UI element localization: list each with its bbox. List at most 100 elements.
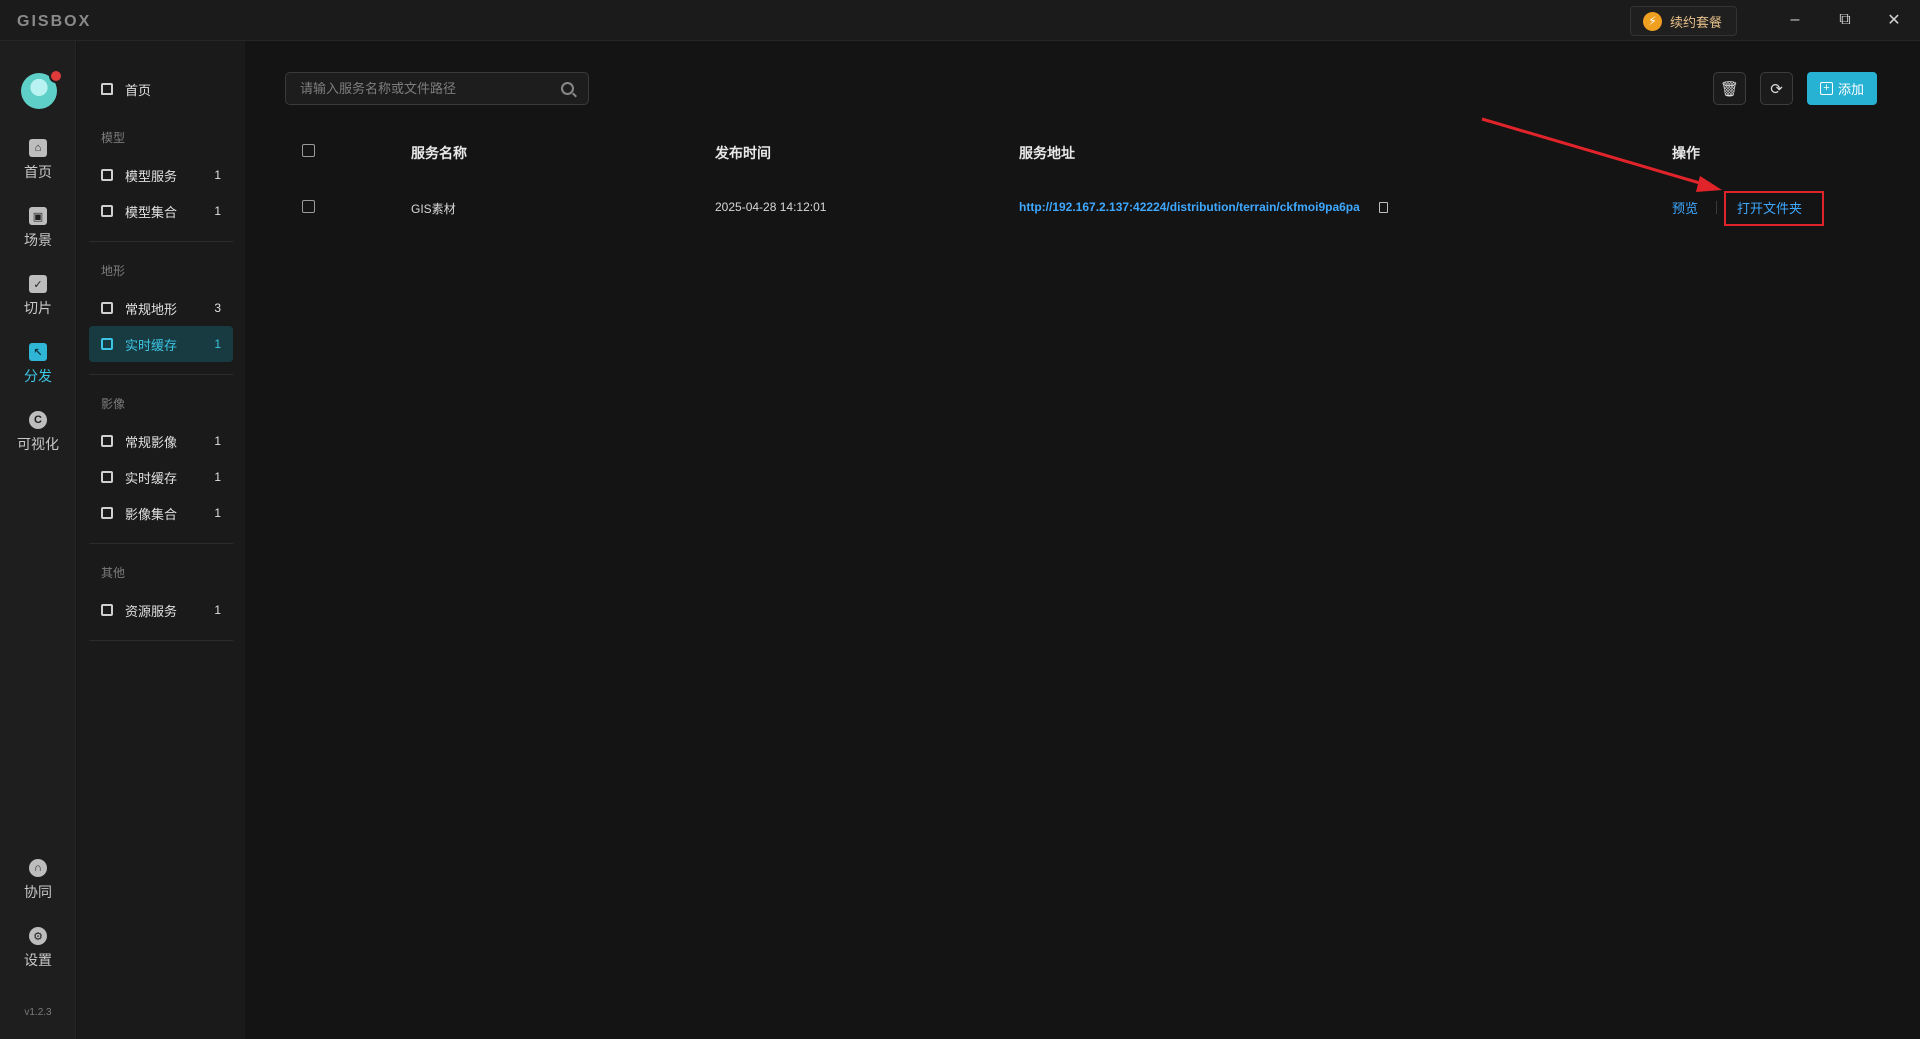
terrain-icon bbox=[101, 302, 113, 314]
sidebar-item-count: 3 bbox=[214, 301, 221, 315]
model-icon bbox=[101, 169, 113, 181]
sidebar-item-count: 1 bbox=[214, 168, 221, 182]
sidebar-item-count: 1 bbox=[214, 603, 221, 617]
rail-item-label: 场景 bbox=[24, 232, 52, 248]
row-checkbox[interactable] bbox=[302, 200, 315, 213]
rail-item-settings[interactable]: ⚙ 设置 bbox=[0, 927, 76, 987]
group-title-model: 模型 bbox=[101, 131, 126, 145]
scene-icon: ▣ bbox=[29, 207, 47, 225]
divider bbox=[89, 374, 233, 375]
sidebar-item-terrain-cache[interactable]: 实时缓存 1 bbox=[89, 326, 233, 362]
divider bbox=[89, 543, 233, 544]
column-header-time: 发布时间 bbox=[715, 145, 771, 161]
app-window: GISBOX ⚡ 续约套餐 – ⧉ ✕ ⌂ 首页 ▣ 场景 ✓ 切片 ↖ 分发 bbox=[0, 0, 1920, 1039]
sidebar-item-label: 首页 bbox=[125, 82, 152, 98]
restore-button[interactable]: ⧉ bbox=[1830, 8, 1860, 32]
title-bar: GISBOX ⚡ 续约套餐 – ⧉ ✕ bbox=[0, 0, 1920, 41]
select-all-checkbox[interactable] bbox=[302, 144, 315, 157]
copy-icon[interactable] bbox=[1379, 202, 1388, 213]
sidebar-item-label: 常规影像 bbox=[125, 434, 178, 450]
sidebar-item-label: 实时缓存 bbox=[125, 470, 178, 486]
sidebar-item-label: 模型集合 bbox=[125, 204, 178, 220]
close-button[interactable]: ✕ bbox=[1879, 8, 1909, 32]
category-sidebar: 首页 模型 模型服务 1 模型集合 1 地形 常规地形 3 实时缓存 1 影像 bbox=[77, 41, 245, 1039]
add-icon: + bbox=[1819, 82, 1833, 95]
notification-badge-icon bbox=[49, 69, 63, 83]
sidebar-item-label: 影像集合 bbox=[125, 506, 178, 522]
search-icon[interactable] bbox=[561, 82, 574, 95]
row-service-url[interactable]: http://192.167.2.137:42224/distribution/… bbox=[1019, 200, 1360, 214]
add-button-label: 添加 bbox=[1837, 82, 1864, 97]
lightning-icon: ⚡ bbox=[1643, 11, 1662, 31]
home-icon bbox=[101, 83, 113, 95]
visualize-icon: C bbox=[29, 411, 47, 429]
rail-item-collab[interactable]: ∩ 协同 bbox=[0, 859, 76, 919]
group-title-imagery: 影像 bbox=[101, 397, 126, 411]
imagery-collection-icon bbox=[101, 507, 113, 519]
group-title-other: 其他 bbox=[101, 566, 126, 580]
resource-icon bbox=[101, 604, 113, 616]
row-service-name: GIS素材 bbox=[411, 202, 456, 216]
icon-rail: ⌂ 首页 ▣ 场景 ✓ 切片 ↖ 分发 C 可视化 ∩ 协同 ⚙ 设置 v1.2… bbox=[0, 41, 76, 1039]
sidebar-item-model-service[interactable]: 模型服务 1 bbox=[89, 157, 233, 193]
slice-icon: ✓ bbox=[29, 275, 47, 293]
annotation-highlight-box bbox=[1724, 191, 1824, 226]
rail-item-label: 可视化 bbox=[17, 436, 59, 452]
preview-link[interactable]: 预览 bbox=[1672, 198, 1698, 217]
column-header-url: 服务地址 bbox=[1019, 145, 1075, 161]
sidebar-item-imagery-cache[interactable]: 实时缓存 1 bbox=[89, 459, 233, 495]
row-publish-time: 2025-04-28 14:12:01 bbox=[715, 200, 827, 214]
sidebar-item-label: 常规地形 bbox=[125, 301, 178, 317]
sidebar-item-count: 1 bbox=[214, 204, 221, 218]
delete-button[interactable]: 🗑 bbox=[1713, 72, 1746, 105]
distribute-icon: ↖ bbox=[29, 343, 47, 361]
imagery-cache-icon bbox=[101, 471, 113, 483]
rail-item-label: 设置 bbox=[24, 952, 52, 968]
trash-icon: 🗑 bbox=[1719, 80, 1740, 98]
sidebar-item-count: 1 bbox=[214, 434, 221, 448]
rail-item-home[interactable]: ⌂ 首页 bbox=[0, 139, 76, 199]
model-icon bbox=[101, 205, 113, 217]
rail-item-label: 协同 bbox=[24, 884, 52, 900]
refresh-icon: ⟳ bbox=[1770, 80, 1783, 98]
rail-item-label: 切片 bbox=[24, 300, 52, 316]
add-button[interactable]: + 添加 bbox=[1807, 72, 1877, 105]
terrain-cache-icon bbox=[101, 338, 113, 350]
version-label: v1.2.3 bbox=[24, 1007, 52, 1018]
operation-separator bbox=[1716, 201, 1717, 214]
sidebar-item-count: 1 bbox=[214, 506, 221, 520]
search-box bbox=[285, 72, 589, 105]
sidebar-item-home[interactable]: 首页 bbox=[89, 71, 233, 107]
renew-plan-label: 续约套餐 bbox=[1670, 14, 1723, 30]
avatar[interactable] bbox=[21, 69, 63, 109]
sidebar-item-imagery-collection[interactable]: 影像集合 1 bbox=[89, 495, 233, 531]
refresh-button[interactable]: ⟳ bbox=[1760, 72, 1793, 105]
rail-item-slice[interactable]: ✓ 切片 bbox=[0, 275, 76, 335]
sidebar-item-count: 1 bbox=[214, 470, 221, 484]
rail-item-label: 分发 bbox=[24, 368, 52, 384]
sidebar-item-label: 模型服务 bbox=[125, 168, 178, 184]
rail-item-visualize[interactable]: C 可视化 bbox=[0, 411, 76, 471]
rail-item-scene[interactable]: ▣ 场景 bbox=[0, 207, 76, 267]
gear-icon: ⚙ bbox=[29, 927, 47, 945]
sidebar-item-label: 资源服务 bbox=[125, 603, 178, 619]
minimize-button[interactable]: – bbox=[1780, 8, 1810, 32]
lock-icon: ∩ bbox=[29, 859, 47, 877]
search-input[interactable] bbox=[300, 81, 561, 96]
sidebar-item-count: 1 bbox=[214, 337, 221, 351]
column-header-name: 服务名称 bbox=[411, 145, 467, 161]
sidebar-item-model-collection[interactable]: 模型集合 1 bbox=[89, 193, 233, 229]
sidebar-item-terrain-regular[interactable]: 常规地形 3 bbox=[89, 290, 233, 326]
sidebar-item-label: 实时缓存 bbox=[125, 337, 178, 353]
sidebar-item-imagery-regular[interactable]: 常规影像 1 bbox=[89, 423, 233, 459]
rail-item-distribute[interactable]: ↖ 分发 bbox=[0, 343, 76, 403]
imagery-icon bbox=[101, 435, 113, 447]
group-title-terrain: 地形 bbox=[101, 264, 126, 278]
divider bbox=[89, 241, 233, 242]
renew-plan-button[interactable]: ⚡ 续约套餐 bbox=[1630, 6, 1737, 36]
divider bbox=[89, 640, 233, 641]
sidebar-item-resource-service[interactable]: 资源服务 1 bbox=[89, 592, 233, 628]
column-header-ops: 操作 bbox=[1672, 145, 1700, 161]
rail-item-label: 首页 bbox=[24, 164, 52, 180]
app-logo: GISBOX bbox=[17, 13, 92, 30]
